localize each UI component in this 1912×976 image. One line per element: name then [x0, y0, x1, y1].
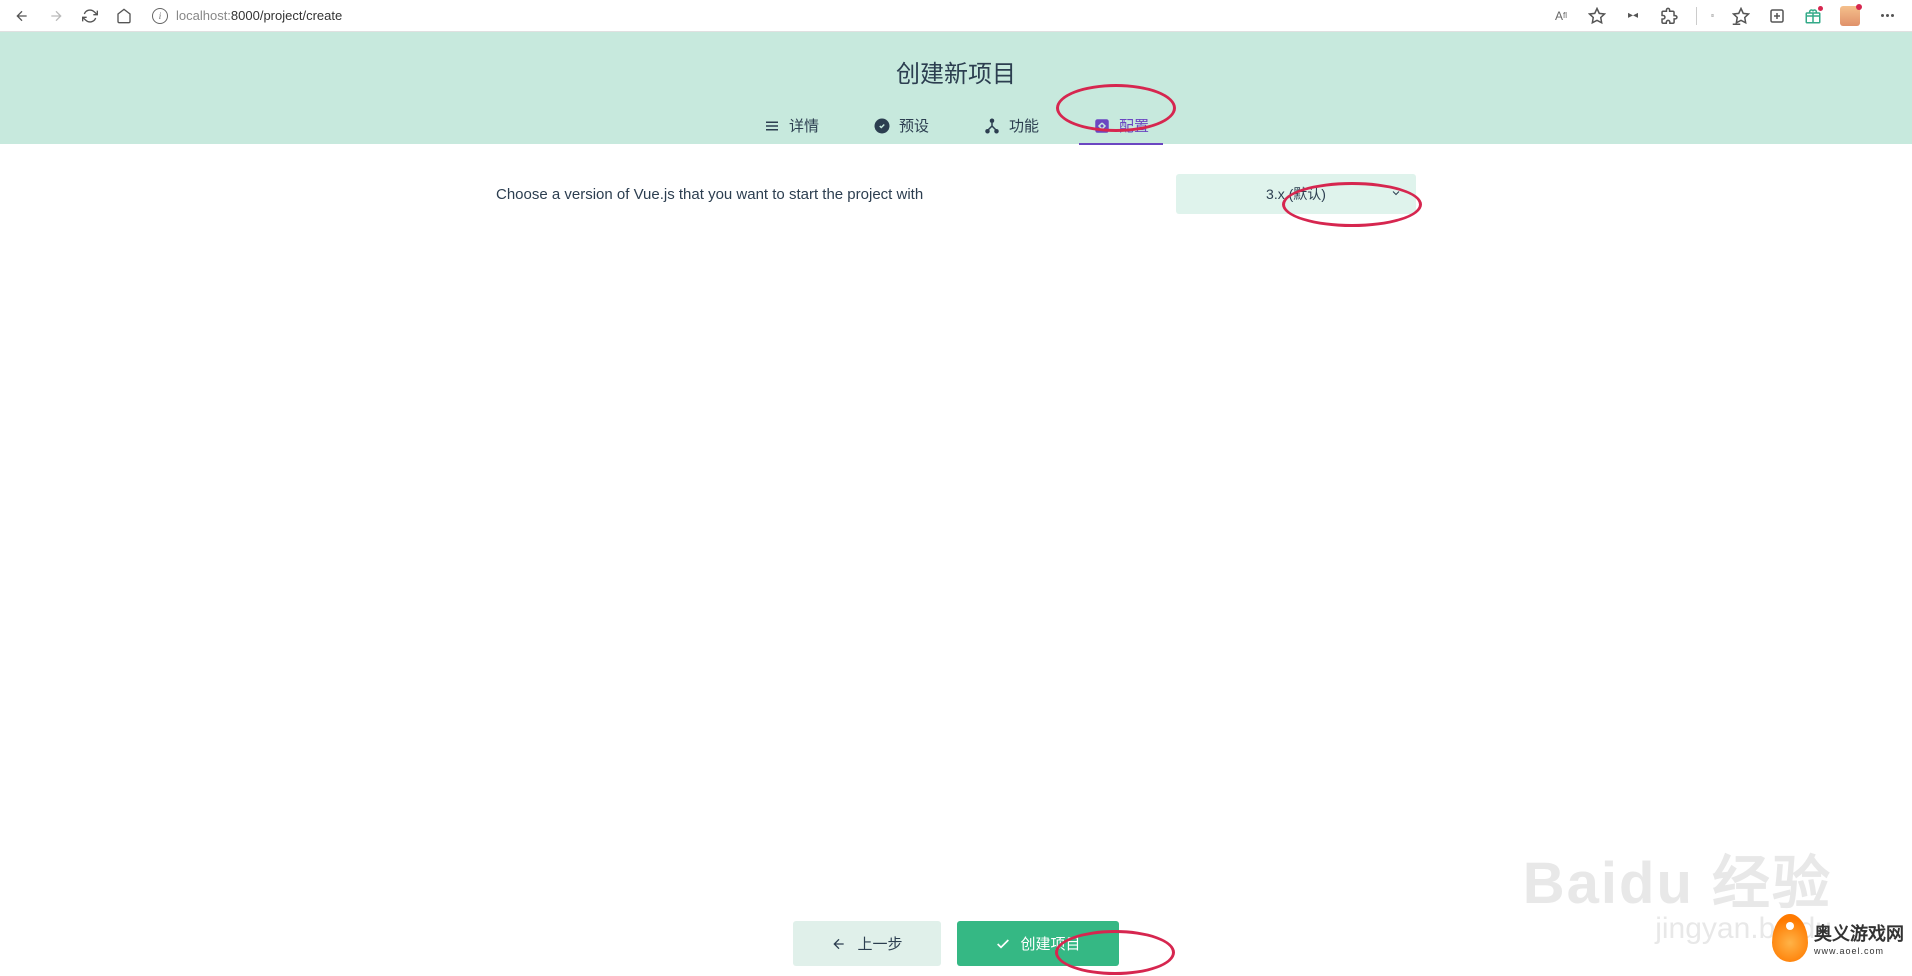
tab-presets[interactable]: 预设: [859, 107, 943, 144]
favorite-star-icon[interactable]: [1588, 7, 1606, 25]
forward-icon[interactable]: [48, 8, 64, 24]
back-button[interactable]: 上一步: [793, 921, 940, 966]
chevron-down-icon: [1390, 186, 1402, 202]
tab-config[interactable]: 配置: [1079, 107, 1163, 144]
vue-version-row: Choose a version of Vue.js that you want…: [496, 174, 1416, 214]
url-host: localhost:: [176, 8, 231, 23]
logo-en: www.aoel.com: [1814, 946, 1904, 956]
button-label: 上一步: [857, 933, 902, 954]
logo-cn: 奥义游戏网: [1814, 920, 1904, 946]
split-screen-icon[interactable]: [1696, 7, 1714, 25]
profile-avatar-icon[interactable]: [1840, 6, 1860, 26]
check-icon: [995, 936, 1011, 952]
site-logo: 奥义游戏网 www.aoel.com: [1772, 914, 1904, 962]
footer-actions: 上一步 创建项目: [0, 921, 1912, 966]
arrow-left-icon: [831, 936, 847, 952]
back-icon[interactable]: [14, 8, 30, 24]
gift-icon[interactable]: [1804, 7, 1822, 25]
more-icon[interactable]: [1878, 7, 1896, 25]
tree-icon: [983, 117, 1001, 135]
tab-label: 配置: [1119, 115, 1149, 136]
tab-details[interactable]: 详情: [749, 107, 833, 144]
diamond-icon[interactable]: ▸◂: [1624, 7, 1642, 25]
favorites-list-icon[interactable]: [1732, 7, 1750, 25]
check-circle-icon: [873, 117, 891, 135]
config-square-icon: [1093, 117, 1111, 135]
refresh-icon[interactable]: [82, 8, 98, 24]
create-project-button[interactable]: 创建项目: [957, 921, 1119, 966]
button-label: 创建项目: [1021, 933, 1081, 954]
tab-label: 预设: [899, 115, 929, 136]
tab-features[interactable]: 功能: [969, 107, 1053, 144]
flame-icon: [1772, 914, 1808, 962]
extension-icon[interactable]: [1660, 7, 1678, 25]
list-icon: [763, 117, 781, 135]
read-aloud-icon[interactable]: Aﬂ: [1552, 7, 1570, 25]
watermark-line1: Baidu 经验: [1523, 836, 1832, 920]
tab-label: 详情: [789, 115, 819, 136]
tabs-bar: 详情 预设 功能 配置: [0, 107, 1912, 144]
url-path: 8000/project/create: [231, 8, 342, 23]
vue-version-label: Choose a version of Vue.js that you want…: [496, 186, 923, 203]
vue-version-select[interactable]: 3.x (默认): [1176, 174, 1416, 214]
site-info-icon[interactable]: i: [152, 8, 168, 24]
main-content: Choose a version of Vue.js that you want…: [0, 144, 1912, 244]
page-title: 创建新项目: [0, 54, 1912, 89]
tab-label: 功能: [1009, 115, 1039, 136]
app-header: 创建新项目 详情 预设 功能 配置: [0, 32, 1912, 144]
selected-value: 3.x (默认): [1266, 184, 1326, 204]
home-icon[interactable]: [116, 8, 132, 24]
browser-toolbar: i localhost:8000/project/create Aﬂ ▸◂: [0, 0, 1912, 32]
address-bar[interactable]: i localhost:8000/project/create: [152, 8, 342, 24]
collections-icon[interactable]: [1768, 7, 1786, 25]
